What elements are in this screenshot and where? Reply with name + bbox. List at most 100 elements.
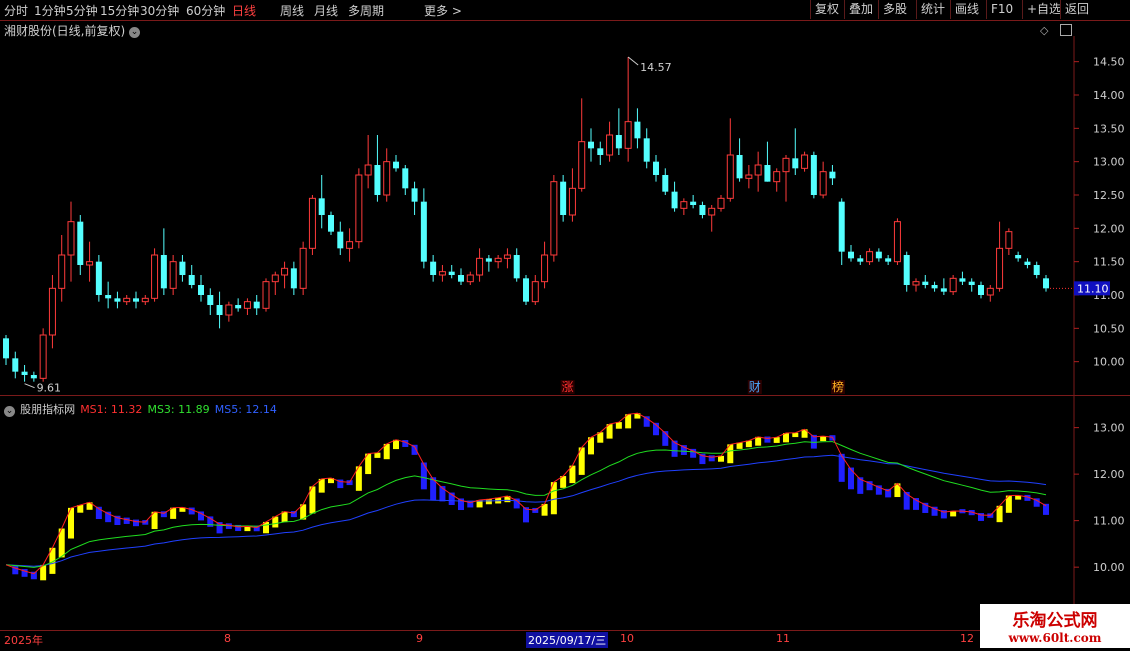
candle-body [1015, 255, 1022, 259]
toolbar-button-1[interactable]: 叠加 [844, 0, 877, 19]
candlestick-chart[interactable]: 14.5014.0013.5013.0012.5012.0011.5011.00… [0, 36, 1130, 396]
period-tab-0[interactable]: 分时 [4, 2, 28, 19]
candle-body [374, 165, 381, 195]
high-label: 14.57 [640, 61, 672, 74]
candle-body [225, 304, 233, 316]
event-marker: 榜 [832, 379, 844, 394]
event-marker: 财 [749, 380, 761, 394]
candle-body [337, 231, 344, 249]
trend-bar [950, 511, 957, 517]
period-tab-8[interactable]: 月线 [314, 2, 338, 19]
trend-bar [133, 519, 139, 527]
y-tick-label: 12.50 [1093, 189, 1125, 202]
period-tab-1[interactable]: 1分钟 [34, 2, 66, 19]
date-label-5: 11 [776, 632, 790, 645]
candle-body [160, 255, 167, 289]
period-tab-6[interactable]: 日线 [232, 2, 256, 19]
candle-body [169, 261, 177, 289]
y-tick-label: 13.00 [1093, 422, 1125, 435]
period-tab-10[interactable]: 更多 > [424, 2, 462, 19]
trend-bar [848, 467, 854, 490]
candle-body [30, 375, 37, 379]
candle-body [931, 285, 938, 289]
candle-body [364, 164, 372, 176]
candle-body [207, 295, 214, 305]
candle-body [968, 281, 975, 285]
candle-body [133, 298, 139, 302]
candle-body [773, 171, 781, 183]
candle-body [290, 268, 297, 289]
candle-body [829, 171, 836, 179]
candle-body [848, 251, 854, 259]
trend-bar [485, 499, 492, 505]
panel-toggle-icon[interactable] [1060, 24, 1072, 36]
toolbar-button-6[interactable]: +自选 [1022, 0, 1065, 19]
toolbar-button-7[interactable]: 返回 [1060, 0, 1093, 19]
low-arrow [24, 383, 35, 389]
trend-bar [764, 436, 771, 443]
toolbar-button-3[interactable]: 统计 [916, 0, 949, 19]
candle-body [531, 281, 539, 303]
candle-body [634, 121, 641, 139]
candle-body [893, 221, 901, 263]
candle-body [568, 187, 576, 216]
candle-body [105, 295, 112, 299]
candle-body [393, 161, 399, 169]
toolbar-button-4[interactable]: 画线 [950, 0, 983, 19]
candle-body [95, 261, 102, 295]
candle-body [67, 221, 75, 256]
candle-body [523, 278, 529, 302]
period-tab-9[interactable]: 多周期 [348, 2, 384, 19]
candle-body [151, 254, 159, 299]
candle-body [235, 305, 242, 309]
candle-body [875, 251, 882, 259]
period-tab-2[interactable]: 5分钟 [66, 2, 98, 19]
candle-body [1005, 231, 1013, 249]
candle-body [1024, 261, 1031, 265]
toolbar-button-2[interactable]: 多股 [878, 0, 911, 19]
candle-body [541, 254, 549, 283]
candle-body [866, 251, 874, 263]
candle-body [271, 274, 279, 283]
y-tick-label: 10.00 [1093, 561, 1125, 574]
candle-body [308, 197, 316, 249]
candle-body [476, 257, 484, 276]
candle-body [123, 297, 131, 303]
candle-body [560, 181, 567, 215]
candle-body [662, 175, 669, 192]
trend-bar [745, 440, 752, 448]
toolbar-button-5[interactable]: F10 [986, 0, 1017, 19]
candle-body [86, 261, 94, 266]
current-price-label: 11.10 [1077, 282, 1109, 295]
candle-body [77, 221, 84, 265]
candle-body [680, 201, 688, 209]
candle-body [179, 261, 186, 275]
candle-body [588, 141, 594, 149]
candle-body [801, 154, 809, 169]
candle-body [810, 155, 817, 195]
candle-body [3, 338, 9, 359]
candle-body [188, 275, 195, 285]
toolbar-button-0[interactable]: 复权 [810, 0, 843, 19]
trend-bar [718, 455, 724, 462]
period-tab-4[interactable]: 30分钟 [140, 2, 179, 19]
trend-bar [420, 462, 427, 490]
candle-body [754, 164, 762, 176]
period-tab-7[interactable]: 周线 [280, 2, 304, 19]
candle-body [597, 148, 604, 155]
candle-body [708, 207, 716, 216]
y-tick-label: 13.00 [1093, 156, 1125, 169]
indicator-chart[interactable]: 13.0012.0011.0010.009.00 [0, 396, 1130, 630]
trend-bar [123, 517, 130, 524]
candle-body [1033, 265, 1040, 275]
candle-body [328, 215, 334, 232]
candle-body [346, 241, 354, 249]
period-tab-3[interactable]: 15分钟 [100, 2, 139, 19]
candle-body [922, 281, 929, 285]
candle-body [606, 134, 614, 156]
date-label-0: 2025年 [4, 634, 43, 647]
period-tab-5[interactable]: 60分钟 [186, 2, 225, 19]
y-tick-label: 14.50 [1093, 56, 1125, 69]
candle-body [653, 161, 659, 175]
y-tick-label: 10.50 [1093, 322, 1125, 335]
